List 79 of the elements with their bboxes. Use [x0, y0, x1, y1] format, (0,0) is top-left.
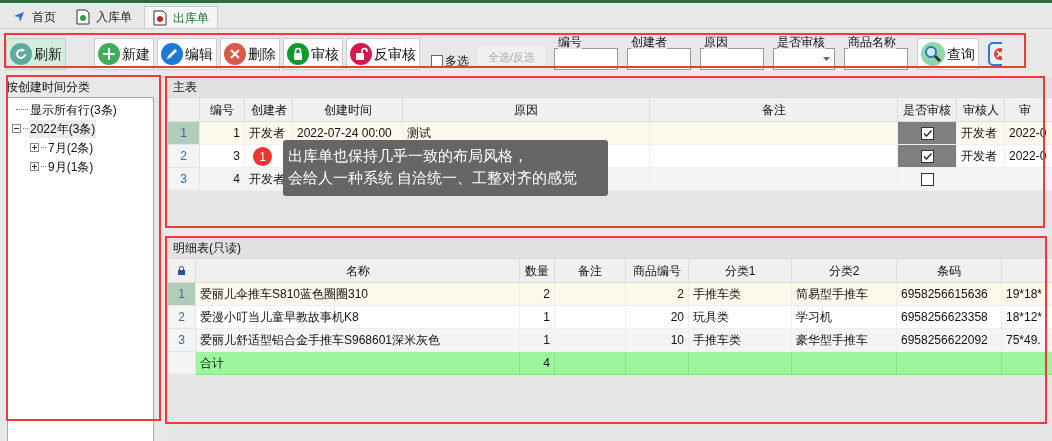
table-cell-text: 1	[542, 332, 550, 349]
table-cell-text: 2	[676, 286, 684, 303]
document-icon	[153, 9, 167, 26]
table-cell-text: 开发者	[961, 125, 997, 142]
tree-item[interactable]: 2022年(3条)	[29, 119, 97, 138]
total-value: 4	[543, 356, 550, 370]
table-cell-text: 测试	[407, 125, 431, 142]
row-number[interactable]: 3	[167, 328, 196, 352]
table-cell-text: 1	[232, 125, 240, 142]
table-cell-text: 6958256622092	[901, 332, 988, 349]
caret-icon	[823, 57, 831, 61]
filter-label: 原因	[704, 36, 729, 49]
toolbar-button[interactable]: 反审核	[346, 38, 420, 70]
row-number[interactable]: 3	[167, 167, 200, 191]
lock-icon	[178, 265, 185, 275]
tab[interactable]: 入库单	[68, 6, 140, 28]
filter-label: 编号	[558, 36, 583, 49]
toolbar-button[interactable]: 刷新	[6, 38, 66, 70]
table-cell-text: 手推车类	[693, 286, 741, 303]
checkbox[interactable]	[920, 172, 934, 186]
table-cell-text: 学习机	[796, 309, 832, 326]
row-number[interactable]: 2	[167, 144, 200, 168]
filter-label: 创建者	[631, 36, 668, 49]
tab[interactable]: 出库单	[144, 6, 218, 28]
close-icon	[224, 43, 246, 65]
panel-title: 主表	[173, 80, 197, 94]
table-cell-text: 1	[542, 309, 550, 326]
table-cell-text: 6958256615636	[901, 286, 988, 303]
table-cell-text: 2022-07-24 00:00	[297, 125, 392, 142]
table-cell-text: 玩具类	[693, 309, 729, 326]
table-cell-text: 19*18*	[1006, 286, 1043, 303]
expand-icon[interactable]	[30, 143, 39, 152]
checkbox-label: 多选	[445, 53, 469, 70]
collapse-icon[interactable]	[12, 124, 21, 133]
tree-item[interactable]: 7月(2条)	[47, 138, 95, 157]
table-cell-text: 3	[232, 148, 240, 165]
navigation-arrow-icon	[12, 10, 26, 24]
panel-title: 明细表(只读)	[173, 241, 241, 255]
checkbox[interactable]	[920, 126, 934, 140]
toolbar-button[interactable]: 新建	[94, 38, 154, 70]
tree-item[interactable]: 显示所有行(3条)	[29, 100, 118, 119]
table-cell-text: 18*12*	[1006, 309, 1043, 326]
toolbar-button[interactable]: 审核	[283, 38, 343, 70]
checkbox[interactable]	[431, 55, 443, 67]
table-cell-text: 爱漫小叮当儿童早教故事机K8	[200, 309, 359, 326]
table-cell-text: 手推车类	[693, 332, 741, 349]
panel-title: 按创建时间分类	[6, 80, 90, 94]
row-number[interactable]: 2	[167, 305, 196, 329]
tooltip: 出库单也保持几乎一致的布局风格， 会给人一种系统 自洽统一、工整对齐的感觉	[283, 140, 608, 196]
table-cell-text: 4	[232, 171, 240, 188]
filter-label: 商品名称	[848, 36, 897, 49]
table-cell-text: 10	[669, 332, 684, 349]
table-cell-text: 2	[542, 286, 550, 303]
total-label: 合计	[200, 356, 224, 370]
tree-item[interactable]: 9月(1条)	[47, 157, 95, 176]
table-cell-text: 简易型手推车	[796, 286, 868, 303]
refresh-icon	[10, 43, 32, 65]
expand-icon[interactable]	[30, 162, 39, 171]
query-button[interactable]: 查询	[917, 38, 980, 70]
tab[interactable]: 首页	[4, 6, 64, 28]
table-cell-text: 6958256623358	[901, 309, 988, 326]
plus-icon	[98, 43, 120, 65]
toolbar-button[interactable]: 编辑	[157, 38, 217, 70]
pencil-icon	[161, 43, 183, 65]
unlock-icon	[350, 43, 372, 65]
table-cell-text: 爱丽儿伞推车S810蓝色圈圈310	[200, 286, 369, 303]
table-cell-text: 开发者	[249, 125, 285, 142]
table-cell-text: 爱丽儿舒适型铝合金手推车S968601深米灰色	[200, 332, 441, 349]
table-cell-text: 开发者	[961, 148, 997, 165]
close-icon[interactable]	[988, 42, 1003, 66]
document-icon	[76, 9, 90, 25]
search-icon	[921, 42, 946, 66]
table-cell-text: 豪华型手推车	[796, 332, 868, 349]
lock-icon	[287, 43, 309, 65]
toolbar-button[interactable]: 删除	[220, 38, 280, 70]
filter-label: 是否审核	[777, 36, 826, 49]
table-cell-text: 75*49.	[1006, 332, 1041, 349]
table-cell-text: 20	[669, 309, 684, 326]
checkbox[interactable]	[920, 149, 934, 163]
